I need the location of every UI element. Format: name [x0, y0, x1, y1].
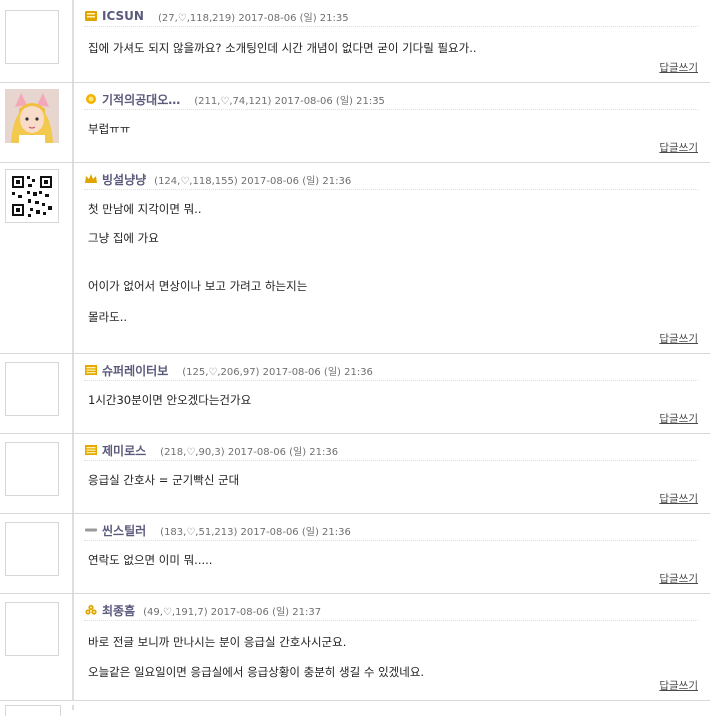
- comment-item: ICSUN (27,♡,118,219) 2017-08-06 (일) 21:3…: [0, 0, 710, 83]
- comment-header: ICSUN (27,♡,118,219) 2017-08-06 (일) 21:3…: [84, 6, 698, 27]
- comment-body: 제미로스 (218,♡,90,3) 2017-08-06 (일) 21:36 응…: [72, 434, 710, 513]
- avatar[interactable]: [5, 522, 59, 576]
- comment-text: 1시간30분이면 안오겠다는건가요: [88, 393, 252, 407]
- box-level-icon: [84, 444, 98, 456]
- profile-photo-icon: [5, 89, 59, 143]
- crown-level-icon: [84, 173, 98, 185]
- comment-item: 최종흠 (49,♡,191,7) 2017-08-06 (일) 21:37 바로…: [0, 594, 710, 701]
- avatar[interactable]: [5, 169, 59, 223]
- comment-header: 슈퍼레이터보 (125,♡,206,97) 2017-08-06 (일) 21:…: [84, 360, 698, 381]
- comment-text: 어이가 없어서 면상이나 보고 가려고 하는지는: [88, 279, 308, 293]
- comment-text: 몰라도..: [88, 310, 128, 324]
- comment-author[interactable]: 최종흠: [102, 602, 135, 619]
- reply-link[interactable]: 답글쓰기: [659, 571, 698, 586]
- comment-item: 제미로스 (218,♡,90,3) 2017-08-06 (일) 21:36 응…: [0, 434, 710, 514]
- comment-meta: (49,♡,191,7) 2017-08-06 (일) 21:37: [143, 606, 322, 618]
- reply-link[interactable]: 답글쓰기: [659, 140, 698, 155]
- comment-meta: (183,♡,51,213) 2017-08-06 (일) 21:36: [160, 526, 351, 538]
- book-level-icon: [84, 10, 98, 22]
- comment-body: 기적의공대오… (211,♡,74,121) 2017-08-06 (일) 21…: [72, 83, 710, 162]
- comment-item: 슈퍼레이터보 (125,♡,206,97) 2017-08-06 (일) 21:…: [0, 354, 710, 434]
- avatar[interactable]: [5, 362, 59, 416]
- comment-meta: (124,♡,118,155) 2017-08-06 (일) 21:36: [154, 175, 352, 187]
- reply-link[interactable]: 답글쓰기: [659, 60, 698, 75]
- comment-text: 바로 전글 보니까 만나시는 분이 응급실 간호사시군요.: [88, 635, 347, 649]
- comment-body: 최종흠 (49,♡,191,7) 2017-08-06 (일) 21:37 바로…: [72, 594, 710, 700]
- comment-item: 씬스틸러 (183,♡,51,213) 2017-08-06 (일) 21:36…: [0, 514, 710, 594]
- comment-header: 최종흠 (49,♡,191,7) 2017-08-06 (일) 21:37: [84, 600, 698, 621]
- comment-item: 기적의공대오… (211,♡,74,121) 2017-08-06 (일) 21…: [0, 83, 710, 163]
- avatar[interactable]: [5, 10, 59, 64]
- comment-text: 연락도 없으면 이미 뭐.....: [88, 553, 213, 567]
- comment-header: 빙설냥냥 (124,♡,118,155) 2017-08-06 (일) 21:3…: [84, 169, 698, 190]
- comment-text: 첫 만남에 지각이면 뭐..: [88, 202, 202, 216]
- qr-code-icon: [6, 170, 58, 222]
- comment-meta: (218,♡,90,3) 2017-08-06 (일) 21:36: [160, 446, 339, 458]
- comment-text: 집에 가셔도 되지 않을까요? 소개팅인데 시간 개념이 없다면 굳이 기다릴 …: [88, 41, 477, 55]
- comment-header: 제미로스 (218,♡,90,3) 2017-08-06 (일) 21:36: [84, 440, 698, 461]
- comment-item: 빙설냥냥 (124,♡,118,155) 2017-08-06 (일) 21:3…: [0, 163, 710, 354]
- avatar[interactable]: [5, 602, 59, 656]
- comment-body: ICSUN (27,♡,118,219) 2017-08-06 (일) 21:3…: [72, 0, 710, 82]
- comment-author[interactable]: 빙설냥냥: [102, 171, 146, 188]
- comment-header: 기적의공대오… (211,♡,74,121) 2017-08-06 (일) 21…: [84, 89, 698, 110]
- comment-header: 씬스틸러 (183,♡,51,213) 2017-08-06 (일) 21:36: [84, 520, 698, 541]
- reply-link[interactable]: 답글쓰기: [659, 491, 698, 506]
- box-level-icon: [84, 364, 98, 376]
- comment-text: 오늘같은 일요일이면 응급실에서 응급상황이 충분히 생길 수 있겠네요.: [88, 665, 425, 679]
- comment-author[interactable]: 기적의공대오…: [102, 91, 180, 108]
- sun-level-icon: [84, 93, 98, 105]
- comment-author[interactable]: 씬스틸러: [102, 522, 146, 539]
- comment-meta: (125,♡,206,97) 2017-08-06 (일) 21:36: [182, 366, 373, 378]
- comment-text: 응급실 간호사 = 군기빡신 군대: [88, 473, 240, 487]
- comment-author[interactable]: ICSUN: [102, 9, 144, 23]
- comment-body: 씬스틸러 (183,♡,51,213) 2017-08-06 (일) 21:36…: [72, 514, 710, 593]
- reply-link[interactable]: 답글쓰기: [659, 411, 698, 426]
- reply-link[interactable]: 답글쓰기: [659, 678, 698, 693]
- divider: [72, 705, 74, 710]
- comment-body: 슈퍼레이터보 (125,♡,206,97) 2017-08-06 (일) 21:…: [72, 354, 710, 433]
- next-avatar-partial: [5, 705, 61, 716]
- avatar[interactable]: [5, 442, 59, 496]
- reply-link[interactable]: 답글쓰기: [659, 331, 698, 346]
- comment-meta: (27,♡,118,219) 2017-08-06 (일) 21:35: [157, 12, 349, 24]
- pile-level-icon: [84, 604, 98, 616]
- comment-text: 부럽ㅠㅠ: [88, 122, 131, 136]
- avatar[interactable]: [5, 89, 59, 143]
- comment-text: 그냥 집에 가요: [88, 231, 159, 245]
- bar-level-icon: [84, 524, 98, 536]
- comment-author[interactable]: 슈퍼레이터보: [102, 362, 168, 379]
- comment-body: 빙설냥냥 (124,♡,118,155) 2017-08-06 (일) 21:3…: [72, 163, 710, 353]
- comment-author[interactable]: 제미로스: [102, 442, 146, 459]
- comment-meta: (211,♡,74,121) 2017-08-06 (일) 21:35: [194, 95, 385, 107]
